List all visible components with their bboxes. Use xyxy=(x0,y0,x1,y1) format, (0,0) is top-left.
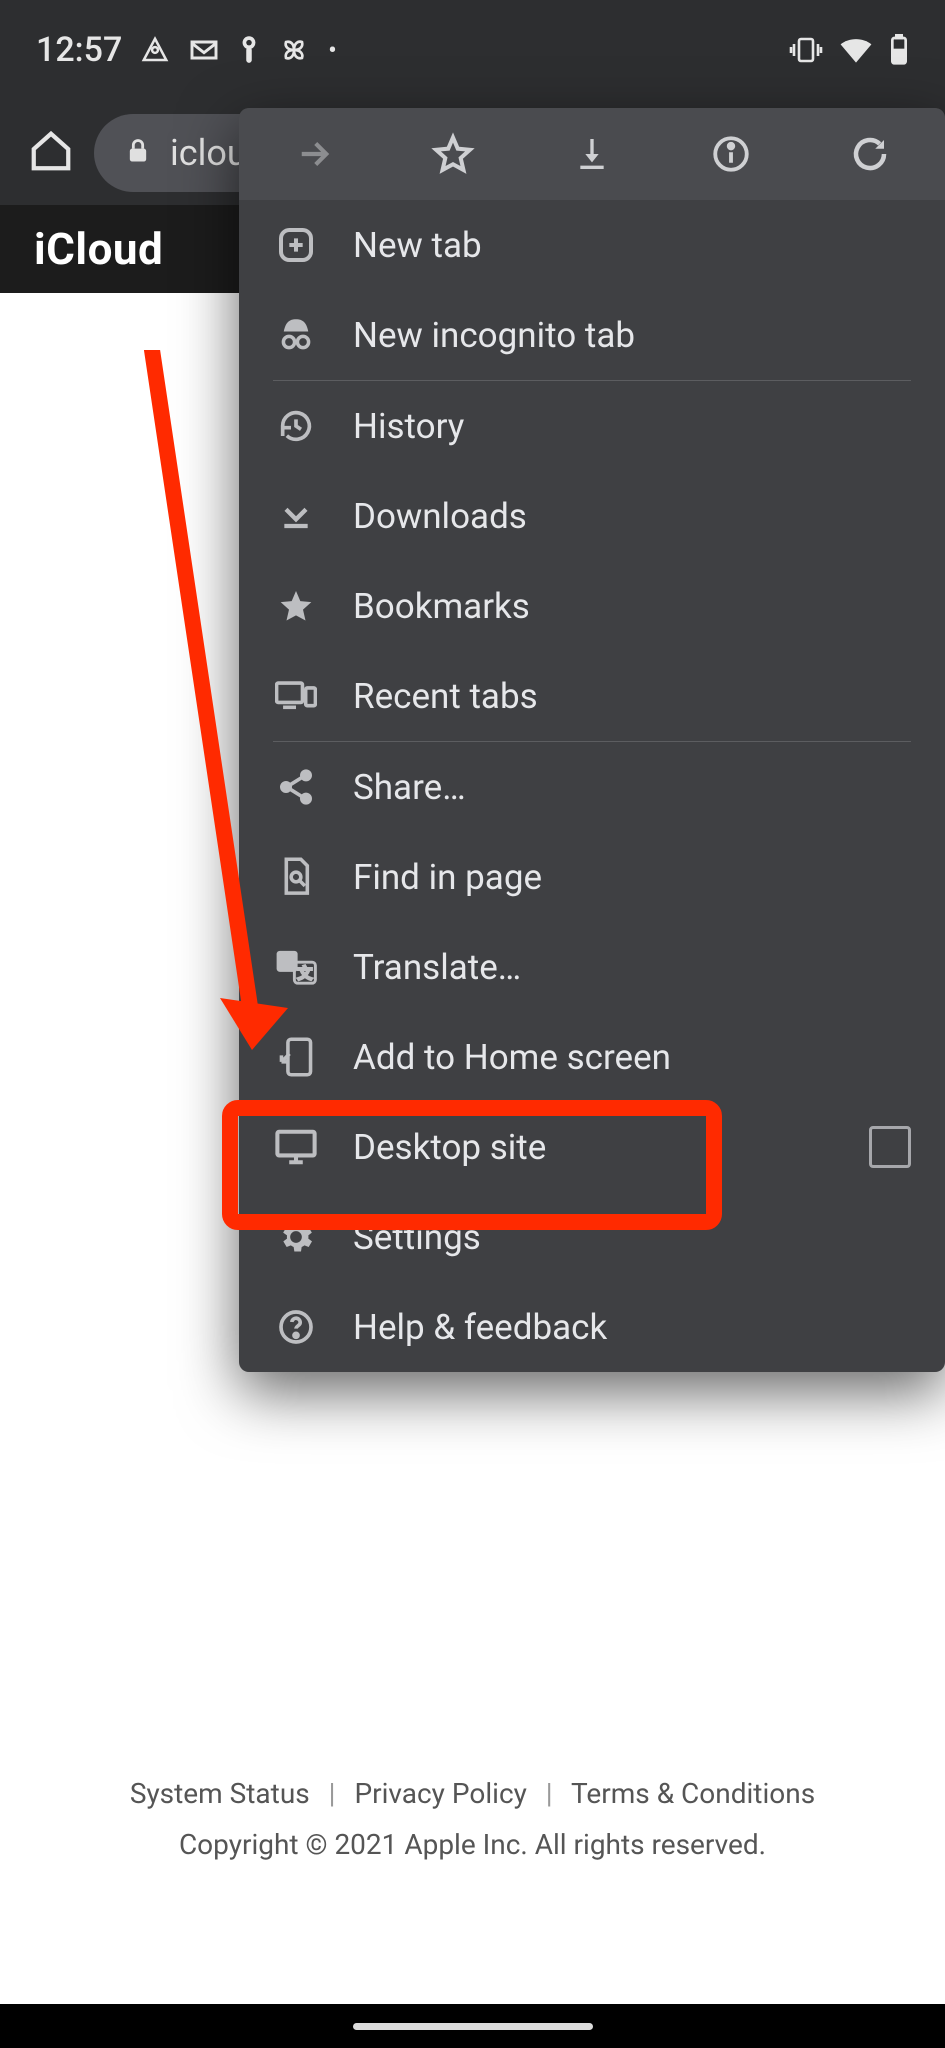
fan-icon xyxy=(278,34,310,66)
menu-label: Recent tabs xyxy=(353,676,911,717)
footer-link-status[interactable]: System Status xyxy=(130,1777,310,1810)
download-icon[interactable] xyxy=(548,110,636,198)
menu-label: Settings xyxy=(353,1217,911,1258)
menu-item-translate[interactable]: G文 Translate… xyxy=(239,922,945,1012)
menu-item-downloads[interactable]: Downloads xyxy=(239,471,945,561)
menu-item-add-to-home[interactable]: Add to Home screen xyxy=(239,1012,945,1102)
svg-text:G: G xyxy=(282,954,292,971)
menu-item-share[interactable]: Share… xyxy=(239,742,945,832)
status-time: 12:57 xyxy=(36,30,122,70)
menu-item-help[interactable]: Help & feedback xyxy=(239,1282,945,1372)
settings-icon xyxy=(273,1217,319,1257)
info-icon[interactable] xyxy=(687,110,775,198)
battery-icon xyxy=(889,34,909,66)
menu-label: History xyxy=(353,406,911,447)
menu-label: Translate… xyxy=(353,947,911,988)
menu-label: Find in page xyxy=(353,857,911,898)
reload-icon[interactable] xyxy=(826,110,914,198)
recent-tabs-icon xyxy=(273,676,319,716)
new-tab-icon xyxy=(273,225,319,265)
system-nav-bar xyxy=(0,2004,945,2048)
menu-item-history[interactable]: History xyxy=(239,381,945,471)
menu-item-recent-tabs[interactable]: Recent tabs xyxy=(239,651,945,741)
menu-label: New incognito tab xyxy=(353,315,911,356)
menu-label: Downloads xyxy=(353,496,911,537)
menu-item-desktop-site[interactable]: Desktop site xyxy=(239,1102,945,1192)
wifi-icon xyxy=(839,36,873,64)
menu-label: New tab xyxy=(353,225,911,266)
menu-top-row xyxy=(239,108,945,200)
vibrate-icon xyxy=(789,36,823,64)
footer: System Status | Privacy Policy | Terms &… xyxy=(0,1769,945,1870)
menu-label: Bookmarks xyxy=(353,586,911,627)
history-icon xyxy=(273,406,319,446)
add-to-home-icon xyxy=(273,1036,319,1078)
menu-item-new-tab[interactable]: New tab xyxy=(239,200,945,290)
page-title: iCloud xyxy=(34,223,163,275)
find-icon xyxy=(273,856,319,898)
svg-text:文: 文 xyxy=(298,965,313,982)
lock-icon xyxy=(124,132,152,174)
menu-item-settings[interactable]: Settings xyxy=(239,1192,945,1282)
share-icon xyxy=(273,767,319,807)
footer-link-privacy[interactable]: Privacy Policy xyxy=(354,1777,526,1810)
menu-label: Help & feedback xyxy=(353,1307,911,1348)
menu-item-bookmarks[interactable]: Bookmarks xyxy=(239,561,945,651)
footer-link-terms[interactable]: Terms & Conditions xyxy=(571,1777,815,1810)
menu-item-incognito[interactable]: New incognito tab xyxy=(239,290,945,380)
home-icon[interactable] xyxy=(28,128,74,178)
incognito-icon xyxy=(273,314,319,356)
menu-label: Share… xyxy=(353,767,911,808)
footer-links: System Status | Privacy Policy | Terms &… xyxy=(0,1769,945,1819)
bookmarks-icon xyxy=(273,586,319,626)
star-icon[interactable] xyxy=(409,110,497,198)
forward-icon[interactable] xyxy=(270,110,358,198)
footer-copyright: Copyright © 2021 Apple Inc. All rights r… xyxy=(0,1820,945,1870)
menu-label: Desktop site xyxy=(353,1127,835,1168)
gmail-icon xyxy=(188,34,220,66)
menu-item-find-in-page[interactable]: Find in page xyxy=(239,832,945,922)
overflow-menu: New tab New incognito tab History Downlo… xyxy=(239,108,945,1372)
translate-icon: G文 xyxy=(273,947,319,987)
triangle-icon xyxy=(140,35,170,65)
status-bar: 12:57 • xyxy=(0,0,945,100)
downloads-icon xyxy=(273,496,319,536)
key-icon xyxy=(238,35,260,65)
screen: 12:57 • xyxy=(0,0,945,2048)
desktop-icon xyxy=(273,1127,319,1167)
menu-label: Add to Home screen xyxy=(353,1037,911,1078)
nav-pill[interactable] xyxy=(353,2023,593,2030)
help-icon xyxy=(273,1307,319,1347)
desktop-site-checkbox[interactable] xyxy=(869,1126,911,1168)
